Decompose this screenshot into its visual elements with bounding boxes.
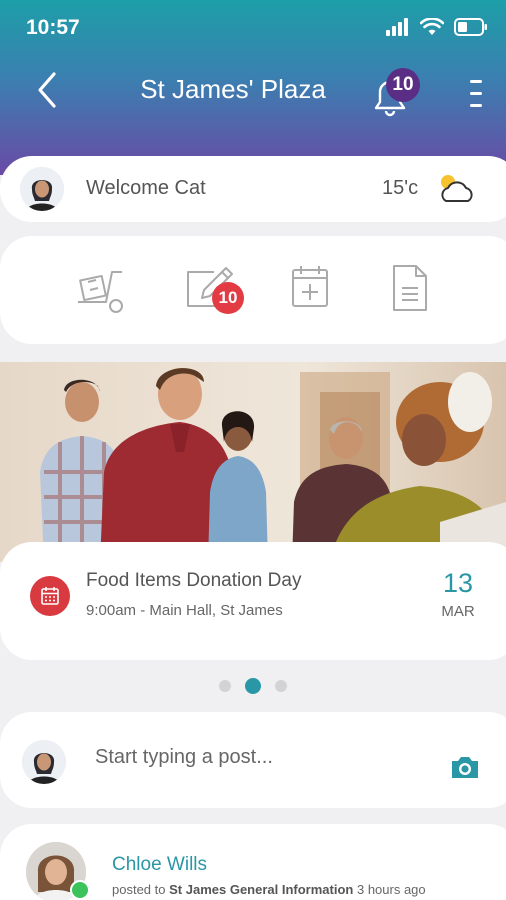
- post-composer: Start typing a post...: [0, 712, 506, 808]
- camera-icon[interactable]: [450, 754, 480, 780]
- post-time: 3 hours ago: [356, 882, 426, 897]
- post-meta: posted to St James General Information 3…: [112, 882, 426, 897]
- app-header: 10:57 St James' Plaza 10: [0, 0, 506, 175]
- carousel-indicator: [0, 676, 506, 696]
- post-input[interactable]: Start typing a post...: [95, 746, 273, 769]
- event-card[interactable]: Food Items Donation Day 9:00am - Main Ha…: [0, 542, 506, 660]
- user-avatar[interactable]: [20, 167, 64, 211]
- wifi-icon: [420, 18, 444, 35]
- temperature: 15'c: [382, 177, 419, 199]
- calendar-icon: [30, 576, 70, 616]
- event-photo[interactable]: [0, 362, 506, 562]
- add-calendar-icon[interactable]: [290, 262, 332, 318]
- partly-cloudy-icon: [441, 175, 473, 202]
- carousel-dot-active[interactable]: [245, 678, 261, 694]
- nav-bar: St James' Plaza: [0, 62, 506, 118]
- event-day: 13: [442, 568, 474, 598]
- signal-icon: [386, 18, 408, 36]
- event-title: Food Items Donation Day: [86, 570, 302, 591]
- feed-post[interactable]: Chloe Wills posted to St James General I…: [0, 824, 506, 900]
- battery-icon: [454, 18, 487, 36]
- more-menu-icon[interactable]: [466, 76, 486, 112]
- post-group[interactable]: St James General Information: [169, 882, 353, 897]
- carousel-dot[interactable]: [219, 680, 231, 692]
- event-month: MAR: [441, 603, 475, 620]
- event-details: 9:00am - Main Hall, St James: [86, 602, 283, 619]
- status-icons: [386, 18, 488, 36]
- status-bar: 10:57: [0, 0, 506, 58]
- welcome-greeting: Welcome Cat: [86, 177, 206, 199]
- delivery-trolley-icon[interactable]: [76, 262, 130, 318]
- edit-note-badge: 10: [212, 282, 244, 314]
- page-title: St James' Plaza: [140, 74, 326, 104]
- post-author[interactable]: Chloe Wills: [112, 854, 207, 876]
- notification-count-badge: 10: [386, 68, 420, 102]
- posted-to-label: posted to: [112, 882, 166, 897]
- welcome-card: Welcome Cat 15'c: [0, 156, 506, 222]
- carousel-dot[interactable]: [275, 680, 287, 692]
- status-time: 10:57: [26, 16, 80, 39]
- composer-avatar: [22, 740, 66, 784]
- whatsapp-icon: [70, 880, 90, 900]
- document-icon[interactable]: [390, 262, 430, 318]
- quick-actions-card: 10: [0, 236, 506, 344]
